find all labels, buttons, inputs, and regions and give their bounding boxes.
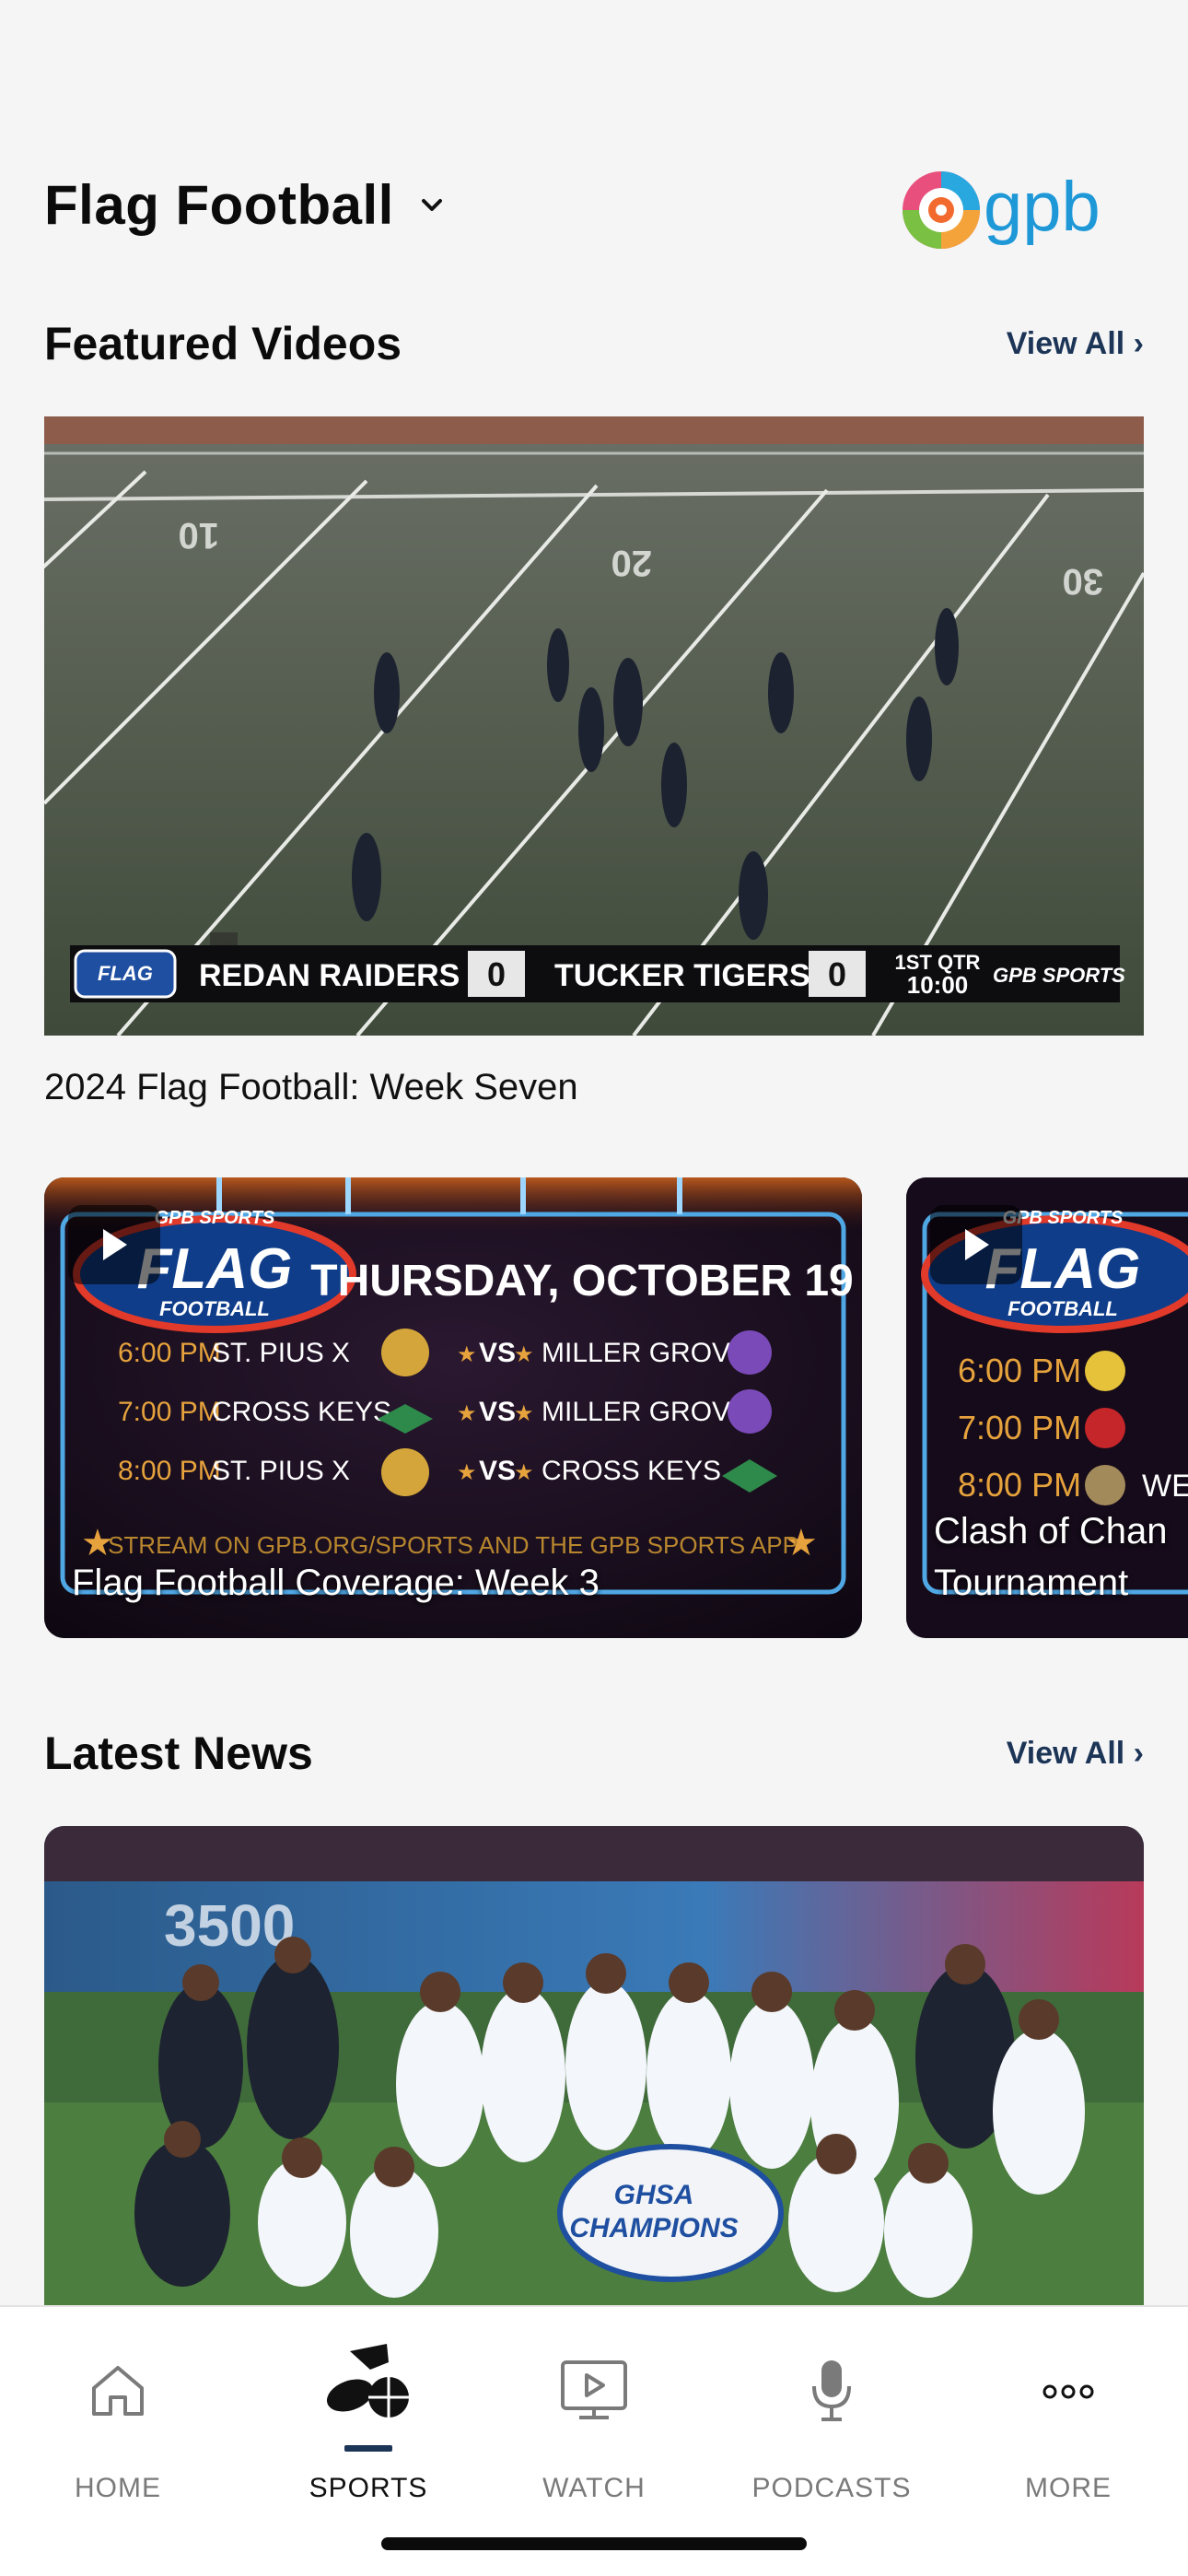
svg-text:★: ★ bbox=[514, 1341, 534, 1367]
svg-text:3500: 3500 bbox=[164, 1892, 295, 1959]
svg-text:★: ★ bbox=[457, 1341, 477, 1367]
svg-text:MILLER GROVE: MILLER GROVE bbox=[542, 1397, 749, 1427]
home-icon bbox=[92, 2366, 144, 2416]
svg-text:8:00 PM: 8:00 PM bbox=[958, 1466, 1081, 1504]
tab-sports[interactable]: SPORTS bbox=[276, 2307, 460, 2510]
watch-icon bbox=[561, 2360, 627, 2419]
latest-news-title: Latest News bbox=[44, 1727, 313, 1779]
video-carousel[interactable]: GPB SPORTS FLAG FOOTBALL THURSDAY, OCTOB… bbox=[44, 1177, 1188, 1638]
sport-selector[interactable]: Flag Football bbox=[44, 173, 444, 237]
svg-text:0: 0 bbox=[828, 955, 846, 993]
microphone-icon bbox=[812, 2360, 851, 2421]
featured-view-all-link[interactable]: View All › bbox=[1007, 326, 1144, 362]
svg-text:ST. PIUS X: ST. PIUS X bbox=[212, 1338, 350, 1368]
tab-label: SPORTS bbox=[309, 2473, 428, 2503]
svg-text:gpb: gpb bbox=[984, 168, 1101, 246]
svg-text:FOOTBALL: FOOTBALL bbox=[159, 1297, 270, 1320]
svg-text:GPB SPORTS: GPB SPORTS bbox=[155, 1208, 275, 1228]
tab-home[interactable]: HOME bbox=[26, 2307, 210, 2510]
video-card-caption: Flag Football Coverage: Week 3 bbox=[72, 1563, 600, 1603]
svg-text:GPB SPORTS: GPB SPORTS bbox=[993, 964, 1125, 987]
svg-text:0: 0 bbox=[487, 955, 506, 993]
video-card-caption: Clash of Chan Tournament bbox=[934, 1505, 1167, 1609]
featured-video-caption[interactable]: 2024 Flag Football: Week Seven bbox=[44, 1067, 578, 1108]
chevron-down-icon bbox=[421, 198, 442, 211]
featured-videos-header: Featured Videos View All › bbox=[44, 317, 1144, 370]
news-view-all-link[interactable]: View All › bbox=[1007, 1736, 1144, 1772]
svg-text:WES: WES bbox=[1142, 1469, 1188, 1504]
svg-text:STREAM ON GPB.ORG/SPORTS AND T: STREAM ON GPB.ORG/SPORTS AND THE GPB SPO… bbox=[108, 1531, 798, 1559]
video-card-caption-line: Tournament bbox=[934, 1563, 1129, 1603]
play-button[interactable] bbox=[930, 1205, 1022, 1284]
gpb-logo: gpb bbox=[903, 168, 1101, 249]
news-photo: 3500 GHSA CHAMPIONS bbox=[44, 1826, 1144, 2305]
svg-text:30: 30 bbox=[1063, 561, 1104, 602]
svg-text:★: ★ bbox=[514, 1459, 534, 1485]
tab-label: MORE bbox=[1025, 2473, 1112, 2503]
svg-text:THURSDAY, OCTOBER 19: THURSDAY, OCTOBER 19 bbox=[310, 1257, 853, 1306]
tab-watch[interactable]: WATCH bbox=[502, 2307, 686, 2510]
svg-text:FLAG: FLAG bbox=[98, 962, 153, 985]
home-indicator[interactable] bbox=[381, 2537, 807, 2550]
featured-videos-title: Featured Videos bbox=[44, 318, 402, 369]
latest-news-header: Latest News View All › bbox=[44, 1727, 1144, 1780]
featured-video-hero[interactable]: 10 20 30 FLAG REDAN RAIDERS 0 TUCKER TIG… bbox=[44, 416, 1144, 1036]
play-button[interactable] bbox=[68, 1205, 160, 1284]
video-card[interactable]: GPB SPORTS FLAG FOOTBALL 6:00 PM 7:00 PM… bbox=[906, 1177, 1188, 1638]
svg-text:6:00 PM: 6:00 PM bbox=[958, 1352, 1081, 1389]
svg-text:GHSA: GHSA bbox=[614, 2180, 694, 2210]
video-thumbnail: 10 20 30 FLAG REDAN RAIDERS 0 TUCKER TIG… bbox=[44, 416, 1144, 1036]
tab-label: WATCH bbox=[542, 2473, 646, 2503]
svg-text:★: ★ bbox=[457, 1459, 477, 1485]
svg-text:TUCKER TIGERS: TUCKER TIGERS bbox=[554, 958, 810, 993]
play-icon bbox=[103, 1229, 127, 1260]
header: Flag Football gpb bbox=[0, 0, 1188, 276]
svg-text:VS: VS bbox=[479, 1397, 516, 1427]
video-card-caption-line: Clash of Chan bbox=[934, 1511, 1168, 1551]
page-title: Flag Football bbox=[44, 174, 394, 236]
svg-text:★: ★ bbox=[514, 1400, 534, 1426]
svg-text:10:00: 10:00 bbox=[907, 971, 969, 999]
svg-text:6:00 PM: 6:00 PM bbox=[118, 1338, 221, 1368]
svg-text:VS: VS bbox=[479, 1338, 516, 1368]
more-icon bbox=[1042, 2384, 1094, 2399]
video-card[interactable]: GPB SPORTS FLAG FOOTBALL THURSDAY, OCTOB… bbox=[44, 1177, 862, 1638]
tab-label: PODCASTS bbox=[751, 2473, 912, 2503]
svg-text:7:00 PM: 7:00 PM bbox=[958, 1409, 1081, 1446]
svg-text:ST. PIUS X: ST. PIUS X bbox=[212, 1456, 350, 1486]
svg-text:MILLER GROVE: MILLER GROVE bbox=[542, 1338, 749, 1368]
svg-text:10: 10 bbox=[179, 515, 220, 556]
play-icon bbox=[965, 1229, 989, 1260]
svg-text:CROSS KEYS: CROSS KEYS bbox=[212, 1397, 391, 1427]
svg-text:REDAN RAIDERS: REDAN RAIDERS bbox=[199, 958, 460, 993]
tab-more[interactable]: MORE bbox=[976, 2307, 1160, 2510]
svg-text:CHAMPIONS: CHAMPIONS bbox=[569, 2213, 738, 2243]
bottom-tab-bar: HOME SPORTS WATCH PODCASTS MORE bbox=[0, 2305, 1188, 2576]
svg-text:★: ★ bbox=[457, 1400, 477, 1426]
svg-text:FOOTBALL: FOOTBALL bbox=[1007, 1297, 1118, 1320]
svg-text:VS: VS bbox=[479, 1456, 516, 1486]
svg-text:8:00 PM: 8:00 PM bbox=[118, 1456, 221, 1486]
svg-text:20: 20 bbox=[611, 543, 653, 583]
news-article-image[interactable]: 3500 GHSA CHAMPIONS bbox=[44, 1826, 1144, 2305]
tab-podcasts[interactable]: PODCASTS bbox=[740, 2307, 924, 2510]
tab-label: HOME bbox=[75, 2473, 161, 2503]
svg-text:CROSS KEYS: CROSS KEYS bbox=[542, 1456, 721, 1486]
svg-text:7:00 PM: 7:00 PM bbox=[118, 1397, 221, 1427]
active-tab-indicator bbox=[344, 2445, 392, 2452]
sports-icon bbox=[326, 2344, 409, 2418]
